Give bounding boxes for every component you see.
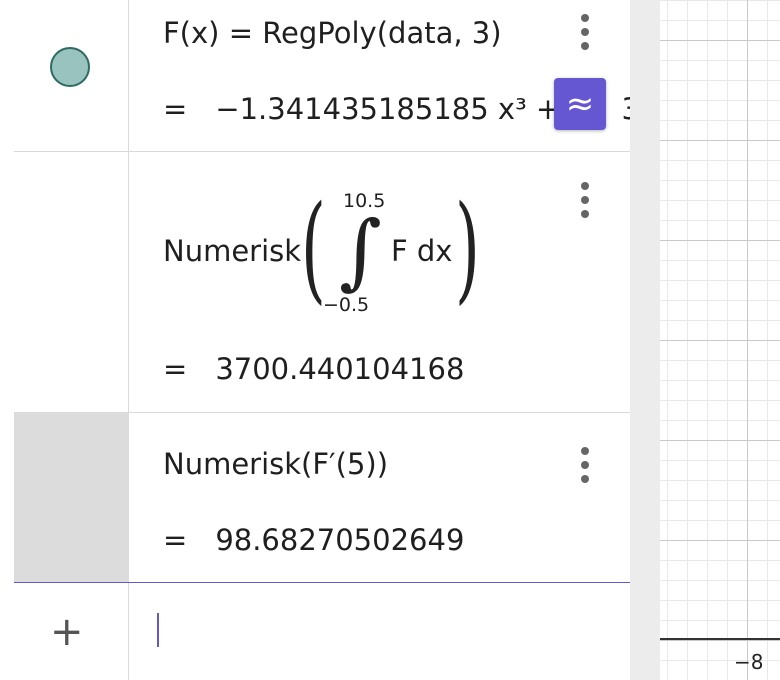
approx-toggle-button[interactable]: ≈ [554,78,606,130]
text-caret [157,613,159,647]
row-menu-icon[interactable] [578,14,592,50]
definition-text: F(x) = RegPoly(data, 3) [163,16,502,50]
integral-expression: Numerisk ( 10.5 ∫ −0.5 F dx ) [163,184,583,320]
row-content[interactable]: Numerisk ( 10.5 ∫ −0.5 F dx ) = 3700.4401… [129,152,630,412]
marble-column [14,0,129,151]
definition-text: Numerisk(F′(5)) [163,447,389,481]
marble-column-selected [14,413,129,582]
integrand: F dx [391,234,453,268]
lower-limit: −0.5 [323,294,370,316]
algebra-row-F[interactable]: F(x) = RegPoly(data, 3) = −1.341435185185… [14,0,630,152]
add-icon[interactable]: + [50,609,84,655]
integral-sign: ∫ [339,204,382,299]
result-line: = 3700.440104168 [163,352,464,386]
row-content[interactable]: Numerisk(F′(5)) = 98.68270502649 [129,413,630,582]
row-menu-icon[interactable] [578,447,592,483]
equals-sign: = [163,352,188,386]
algebra-row-derivative[interactable]: Numerisk(F′(5)) = 98.68270502649 [14,413,630,583]
x-axis [660,638,780,640]
equals-sign: = [163,523,188,557]
result-line: = 98.68270502649 [163,523,464,557]
algebra-view: F(x) = RegPoly(data, 3) = −1.341435185185… [0,0,630,680]
graphics-view[interactable]: −8 [660,0,780,680]
marble-column [14,152,129,412]
close-paren: ) [455,181,480,316]
row-menu-icon[interactable] [578,182,592,218]
visibility-toggle-marble[interactable] [50,47,90,87]
algebra-row-integral[interactable]: Numerisk ( 10.5 ∫ −0.5 F dx ) = 3700.4401… [14,152,630,413]
numerisk-label: Numerisk [163,234,302,268]
result-text: 98.68270502649 [215,523,465,557]
result-text: −1.341435185185 x³ + [215,92,570,126]
result-text: 3700.440104168 [215,352,465,386]
result-tail: 34 [621,92,630,126]
equals-sign: = [163,92,188,126]
view-divider[interactable] [630,0,660,680]
marble-column: + [14,583,129,680]
input-bar[interactable]: + [14,583,630,680]
x-tick-label: −8 [734,650,764,674]
